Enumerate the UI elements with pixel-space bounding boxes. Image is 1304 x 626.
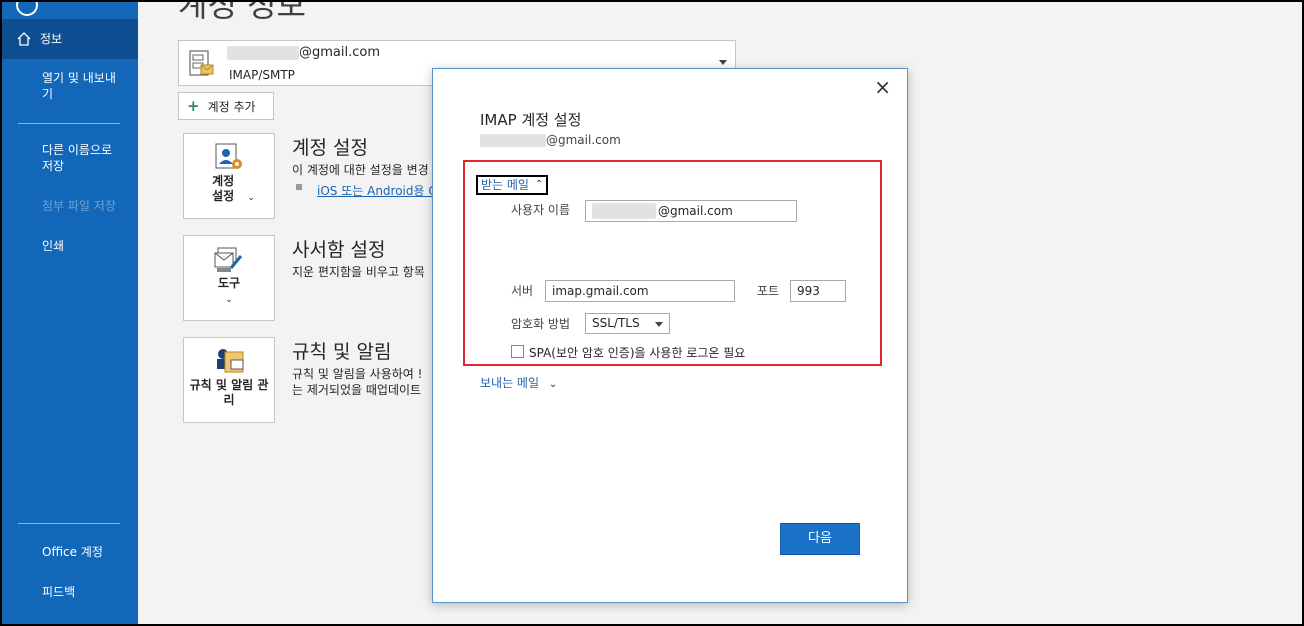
spa-checkbox-label: SPA(보안 암호 인증)을 사용한 로그온 필요 [529,346,746,360]
mobile-app-link[interactable]: iOS 또는 Android용 O [317,182,438,199]
tile-label-text: 계정 설정 [212,174,235,203]
add-account-button[interactable]: + 계정 추가 [178,92,274,120]
tile-label: 계정 설정 ⌄ [184,174,274,206]
redacted-text [592,203,656,219]
chevron-down-icon: ⌄ [548,379,558,390]
port-field[interactable]: 993 [790,280,846,302]
encryption-value: SSL/TLS [592,316,640,330]
encryption-label: 암호화 방법 [511,317,571,331]
mailbox-tools-icon [214,247,243,272]
spa-checkbox[interactable] [511,345,524,358]
close-icon[interactable]: × [874,77,891,97]
redacted-text [480,133,546,147]
next-button[interactable]: 다음 [780,523,860,555]
incoming-mail-toggle[interactable]: 받는 메일 ⌃ [476,175,549,195]
section-title: 사서함 설정 [292,239,386,261]
tile-label: 도구 ⌄ [184,276,274,308]
section-description: 규칙 및 알림을 사용하여 ! [292,367,423,381]
dropdown-arrow-icon [719,60,727,65]
dialog-account-email: @gmail.com [480,133,621,147]
account-type-icon [189,50,214,76]
sidebar-item-info[interactable]: 정보 [2,19,138,59]
email-domain: @gmail.com [299,45,381,60]
backstage-sidebar: 정보 열기 및 내보내기 다른 이름으로 저장 첨부 파일 저장 인쇄 Offi… [2,0,138,624]
chevron-up-icon: ⌃ [534,179,544,190]
add-account-label: 계정 추가 [207,99,256,114]
username-label: 사용자 이름 [511,203,571,217]
sidebar-item-open-export[interactable]: 열기 및 내보내기 [2,70,138,102]
sidebar-item-label: 다른 이름으로 저장 [42,143,113,173]
tile-label-text: 도구 [217,276,241,290]
section-description: 이 계정에 대한 설정을 변경 [292,163,429,177]
rules-alerts-tile[interactable]: 규칙 및 알림 관리 [183,337,275,423]
sidebar-item-label: 정보 [40,32,63,46]
sidebar-item-label: Office 계정 [42,545,103,559]
rules-alerts-icon [217,349,244,373]
tile-label: 규칙 및 알림 관리 [184,378,274,408]
server-field[interactable]: imap.gmail.com [545,280,735,302]
section-title: 규칙 및 알림 [292,341,392,363]
sidebar-divider [18,123,120,124]
redacted-text [227,45,299,60]
chevron-down-icon [655,322,663,327]
port-label: 포트 [757,284,780,298]
imap-settings-dialog: × IMAP 계정 설정 @gmail.com 받는 메일 ⌃ 사용자 이름 @… [432,68,908,603]
chevron-down-icon: ⌄ [247,193,255,203]
sidebar-item-save-attachments: 첨부 파일 저장 [2,198,138,214]
dialog-title: IMAP 계정 설정 [480,111,582,129]
outgoing-mail-label: 보내는 메일 [480,376,540,390]
tools-tile[interactable]: 도구 ⌄ [183,235,275,321]
sidebar-divider [18,523,120,524]
username-domain: @gmail.com [658,204,733,218]
sidebar-item-label: 피드백 [42,585,76,599]
back-arrow-icon[interactable] [16,0,38,16]
page-title: 계정 정보 [178,0,306,24]
incoming-mail-label: 받는 메일 [481,178,529,192]
sidebar-item-print[interactable]: 인쇄 [2,238,138,254]
tile-label-text: 규칙 및 알림 관리 [189,378,269,407]
email-domain: @gmail.com [546,133,621,147]
section-description: 는 제거되었을 때업데이트 [292,383,422,397]
section-title: 계정 설정 [292,137,368,159]
bullet-icon [296,184,302,190]
section-description: 지운 편지함을 비우고 항목 [292,265,425,279]
plus-icon: + [187,97,200,115]
encryption-select[interactable]: SSL/TLS [585,313,670,334]
home-icon [17,32,31,46]
username-field[interactable]: @gmail.com [585,200,797,222]
account-settings-tile[interactable]: 계정 설정 ⌄ [183,133,275,219]
account-email: @gmail.com [227,45,380,60]
sidebar-item-label: 첨부 파일 저장 [42,199,116,213]
chevron-down-icon: ⌄ [225,295,233,305]
sidebar-item-office-account[interactable]: Office 계정 [2,544,138,560]
sidebar-item-save-as[interactable]: 다른 이름으로 저장 [2,142,138,174]
sidebar-item-label: 인쇄 [42,239,65,253]
outgoing-mail-toggle[interactable]: 보내는 메일 ⌄ [480,374,557,391]
account-settings-icon [215,143,242,169]
account-type: IMAP/SMTP [229,68,295,82]
sidebar-item-feedback[interactable]: 피드백 [2,584,138,600]
server-label: 서버 [511,284,534,298]
sidebar-item-label: 열기 및 내보내기 [42,71,116,101]
